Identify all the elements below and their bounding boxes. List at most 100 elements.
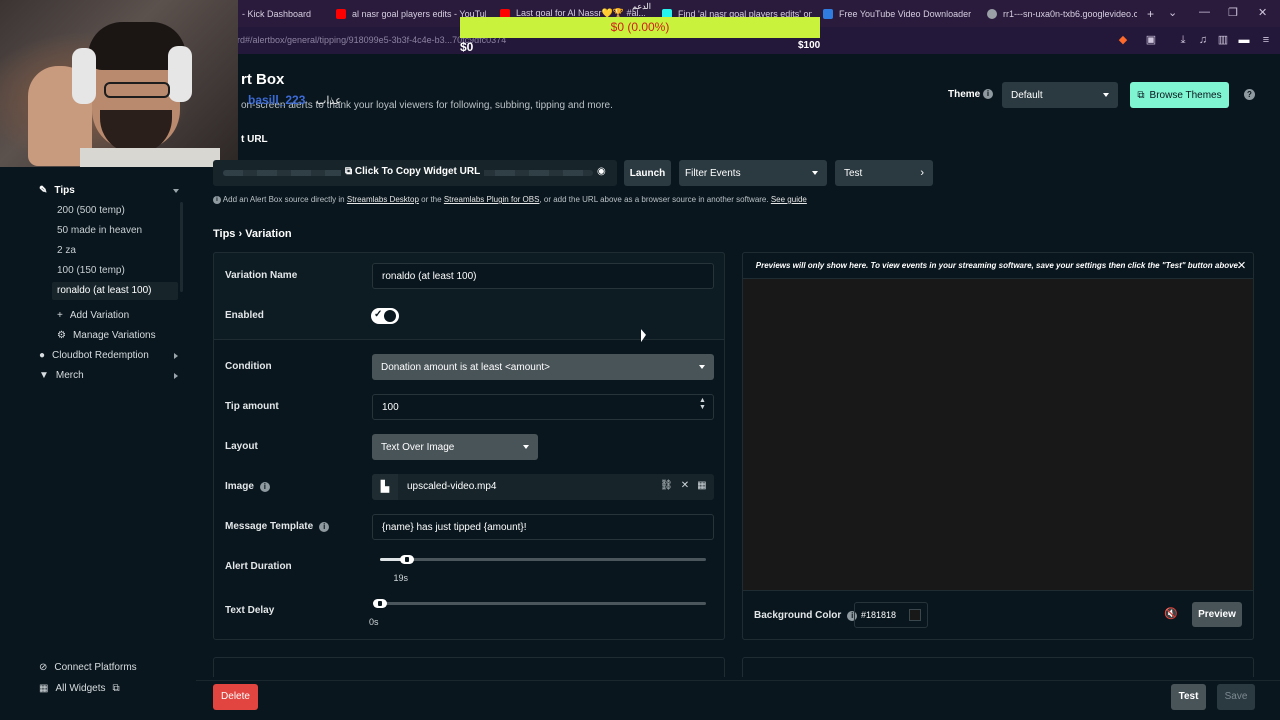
layout-select[interactable]: Text Over Image xyxy=(372,434,538,460)
help-icon[interactable]: ? xyxy=(1244,89,1255,100)
text-delay-handle[interactable] xyxy=(373,599,387,608)
theme-label-text: Theme xyxy=(948,89,981,100)
sidebar-variation-1[interactable]: 200 (500 temp) xyxy=(57,205,125,216)
number-stepper[interactable]: ▲ ▼ xyxy=(699,397,706,411)
tab-label: - Kick Dashboard xyxy=(242,8,312,19)
label-text: Enabled xyxy=(225,310,264,321)
preview-panel xyxy=(742,252,1254,640)
input-value: ronaldo (at least 100) xyxy=(382,270,477,282)
sidebar-variation-2[interactable]: 50 made in heaven xyxy=(57,225,142,236)
info-icon[interactable]: i xyxy=(983,89,994,100)
vpn-icon[interactable]: ▬ xyxy=(1237,33,1251,47)
theme-select[interactable]: Default xyxy=(1002,82,1118,108)
launch-button[interactable]: Launch xyxy=(624,160,671,186)
text-delay-track[interactable] xyxy=(380,602,706,605)
tip-amount-input[interactable]: 100 xyxy=(372,394,714,420)
add-variation-button[interactable]: + Add Variation xyxy=(57,310,129,321)
message-template-input[interactable]: {name} has just tipped {amount}! xyxy=(372,514,714,540)
preview-button[interactable]: Preview xyxy=(1192,602,1242,627)
file-icon: ▙ xyxy=(372,474,398,500)
test-dropdown-button[interactable]: Test › xyxy=(835,160,933,186)
info-icon[interactable]: i xyxy=(259,481,270,492)
background-color-input[interactable]: #181818 xyxy=(854,602,928,628)
tab-kick-dashboard[interactable]: - Kick Dashboard xyxy=(242,0,322,27)
browse-themes-button[interactable]: ⧉ Browse Themes xyxy=(1130,82,1229,108)
hint-text: , or add the URL above as a browser sour… xyxy=(539,195,769,204)
download-icon[interactable]: ⤓ xyxy=(1176,33,1190,47)
brave-shield-icon[interactable]: ◆ xyxy=(1116,33,1130,47)
condition-select[interactable]: Donation amount is at least <amount> xyxy=(372,354,714,380)
sidebar-variation-5[interactable]: ronaldo (at least 100) xyxy=(57,285,152,296)
manage-variations-button[interactable]: ⚙ Manage Variations xyxy=(57,330,156,341)
color-swatch[interactable] xyxy=(909,609,921,621)
external-link-icon: ⧉ xyxy=(1137,89,1145,101)
tab-googlevideo[interactable]: rr1---sn-uxa0n-txb6.googlevideo.co xyxy=(987,0,1137,27)
sidebar-variation-4[interactable]: 100 (150 temp) xyxy=(57,265,125,276)
all-widgets-label: All Widgets xyxy=(55,683,106,694)
sidebar-item-tips[interactable]: ✎ Tips xyxy=(39,185,75,196)
save-button[interactable]: Save xyxy=(1217,684,1255,710)
see-guide-link[interactable]: See guide xyxy=(771,195,807,204)
obs-plugin-link[interactable]: Streamlabs Plugin for OBS xyxy=(444,195,540,204)
breadcrumb: Tips › Variation xyxy=(213,228,292,240)
cloudbot-icon: ● xyxy=(39,350,46,361)
maximize-icon[interactable]: ❐ xyxy=(1228,6,1238,19)
tab-video-downloader[interactable]: Free YouTube Video Downloader xyxy=(823,0,973,27)
grid-icon[interactable]: ▦ xyxy=(697,480,706,491)
text-delay-label: Text Delay xyxy=(225,605,274,616)
theme-label: Theme i xyxy=(948,89,994,100)
username-overlay: basill_223 xyxy=(248,93,306,107)
enabled-label: Enabled xyxy=(225,310,264,321)
label-text: Image xyxy=(225,481,254,492)
chevron-down-icon xyxy=(1103,93,1109,97)
username-arabic: عذاب xyxy=(316,95,342,107)
close-window-icon[interactable]: ✕ xyxy=(1258,6,1267,19)
add-variation-label: Add Variation xyxy=(69,310,130,321)
all-widgets-link[interactable]: ▦ All Widgets ⧉ xyxy=(39,683,120,694)
sidebar-item-merch[interactable]: ▼ Merch xyxy=(39,370,84,381)
mute-icon[interactable]: 🔇 xyxy=(1164,607,1178,620)
info-icon: i xyxy=(213,195,221,204)
delete-button[interactable]: Delete xyxy=(213,684,258,710)
label-text: Message Template xyxy=(225,521,314,532)
menu-icon[interactable]: ≡ xyxy=(1259,33,1273,47)
new-tab-button[interactable]: + xyxy=(1147,0,1161,27)
widget-url-field[interactable]: ⧉ Click To Copy Widget URL ◉ xyxy=(213,160,617,186)
extension-icon[interactable]: ▣ xyxy=(1144,33,1158,47)
chevron-right-icon[interactable] xyxy=(174,373,178,379)
copy-widget-url[interactable]: ⧉ Click To Copy Widget URL xyxy=(341,166,485,177)
image-file-field[interactable]: ▙ upscaled-video.mp4 ⛓ ✕ ▦ xyxy=(372,474,714,500)
sidebar-item-cloudbot[interactable]: ● Cloudbot Redemption xyxy=(39,350,149,361)
test-button[interactable]: Test xyxy=(1171,684,1206,710)
tab-search-icon[interactable]: ⌄ xyxy=(1168,6,1177,19)
sidebar-toggle-icon[interactable]: ▥ xyxy=(1216,33,1230,47)
eye-icon[interactable]: ◉ xyxy=(597,166,606,177)
close-icon[interactable]: ✕ xyxy=(1237,259,1246,272)
enabled-toggle[interactable]: ✓ xyxy=(371,308,399,324)
label-text: Background Color xyxy=(754,610,842,621)
info-icon[interactable]: i xyxy=(319,521,330,532)
music-icon[interactable]: ♫ xyxy=(1196,33,1210,47)
condition-value: Donation amount is at least <amount> xyxy=(381,361,550,373)
sidebar-variation-3[interactable]: 2 za xyxy=(57,245,76,256)
minimize-icon[interactable]: — xyxy=(1199,6,1210,18)
streamlabs-desktop-link[interactable]: Streamlabs Desktop xyxy=(347,195,419,204)
close-icon[interactable]: ✕ xyxy=(681,480,689,491)
alert-duration-track[interactable] xyxy=(380,558,706,561)
alert-duration-handle[interactable] xyxy=(399,555,414,564)
chevron-down-icon xyxy=(699,365,705,369)
label-text: Alert Duration xyxy=(225,561,292,572)
grid-icon: ▦ xyxy=(39,683,49,694)
link-icon[interactable]: ⛓ xyxy=(660,480,673,491)
chevron-down-icon[interactable] xyxy=(173,189,179,193)
cloudbot-label: Cloudbot Redemption xyxy=(52,350,149,361)
chevron-right-icon[interactable] xyxy=(174,353,178,359)
sidebar-scrollbar[interactable] xyxy=(180,202,183,292)
file-name: upscaled-video.mp4 xyxy=(407,481,497,492)
goal-min: $0 xyxy=(460,40,474,54)
filter-events-select[interactable]: Filter Events xyxy=(679,160,827,186)
tab-label: Free YouTube Video Downloader xyxy=(839,8,972,19)
connect-platforms-link[interactable]: ⊘ Connect Platforms xyxy=(39,662,137,673)
shirt-icon: ▼ xyxy=(39,370,49,381)
variation-name-input[interactable]: ronaldo (at least 100) xyxy=(372,263,714,289)
